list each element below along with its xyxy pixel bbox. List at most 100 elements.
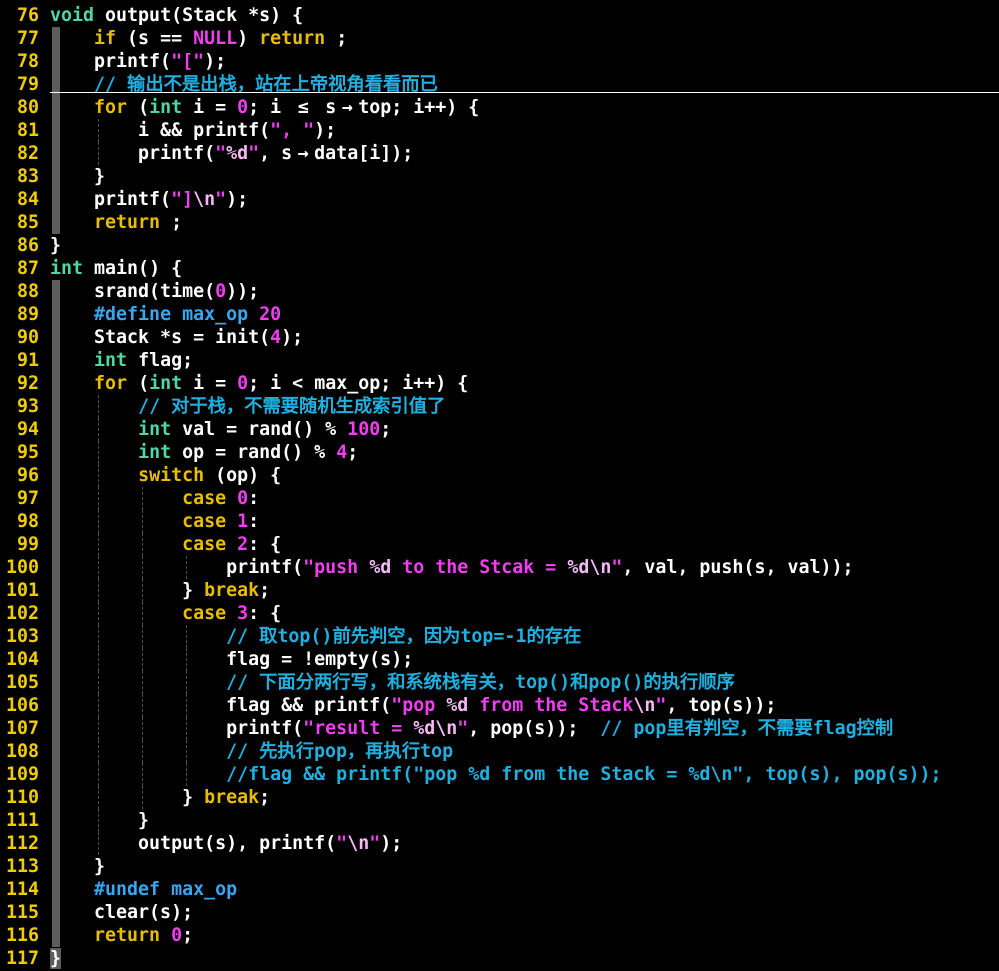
code-text-token: ; <box>160 212 183 233</box>
code-text: return 0; <box>50 924 193 947</box>
line-number: 111 <box>5 810 39 831</box>
code-text-token: } <box>50 787 205 808</box>
code-text-token: Stack *s = init( <box>50 327 271 348</box>
code-text-token: } <box>50 856 106 877</box>
code-line[interactable]: 81 i && printf(", "); <box>0 119 999 142</box>
code-line[interactable]: 76 void output(Stack *s) { <box>0 4 999 27</box>
code-text-token: output(Stack *s) { <box>94 5 304 26</box>
number-token: 4 <box>336 442 348 463</box>
string-token: ", " <box>270 120 315 141</box>
code-line[interactable]: 84 printf("]\n"); <box>0 188 999 211</box>
code-line[interactable]: 89 #define max_op 20 <box>0 303 999 326</box>
line-number: 89 <box>16 304 39 325</box>
keyword-token: break <box>204 580 260 601</box>
string-token: "[" <box>171 51 205 72</box>
escape-token: \n <box>193 189 216 210</box>
code-line[interactable]: 82 printf("%d", s → data[i]); <box>0 142 999 165</box>
code-text-token: } <box>50 810 150 831</box>
code-line[interactable]: 115 clear(s); <box>0 901 999 924</box>
code-line[interactable]: 103 // 取top()前先判空，因为top=-1的存在 <box>0 625 999 648</box>
code-line[interactable]: 77 if (s == NULL) return ; <box>0 27 999 50</box>
line-number: 107 <box>5 718 39 739</box>
string-token: to the Stcak = <box>391 557 568 578</box>
code-line[interactable]: 79 // 输出不是出栈，站在上帝视角看看而已 <box>0 73 999 96</box>
code-line[interactable]: 100 printf("push %d to the Stcak = %d\n"… <box>0 556 999 579</box>
code-text: //flag && printf("pop %d from the Stack … <box>50 763 941 786</box>
code-text-token: ; <box>380 419 392 440</box>
number-token: 0 <box>215 281 227 302</box>
comment-token: // 先执行pop，再执行top <box>226 741 454 762</box>
code-line[interactable]: 98 case 1: <box>0 510 999 533</box>
code-line[interactable]: 114 #undef max_op <box>0 878 999 901</box>
line-number: 85 <box>16 212 39 233</box>
code-line[interactable]: 86} <box>0 234 999 257</box>
code-text: // 对于栈，不需要随机生成索引值了 <box>50 395 445 418</box>
code-line[interactable]: 109 //flag && printf("pop %d from the St… <box>0 763 999 786</box>
code-line[interactable]: 88 srand(time(0)); <box>0 280 999 303</box>
code-text-token: (op) { <box>204 465 282 486</box>
code-line[interactable]: 94 int val = rand() % 100; <box>0 418 999 441</box>
code-text: } <box>50 234 61 257</box>
code-text: #define max_op 20 <box>50 303 281 326</box>
operator-token: ≤ <box>297 97 309 118</box>
line-number: 83 <box>16 166 39 187</box>
code-line[interactable]: 91 int flag; <box>0 349 999 372</box>
code-line[interactable]: 95 int op = rand() % 4; <box>0 441 999 464</box>
code-line[interactable]: 97 case 0: <box>0 487 999 510</box>
line-number: 97 <box>16 488 39 509</box>
code-line[interactable]: 96 switch (op) { <box>0 464 999 487</box>
code-text-token: : { <box>248 603 282 624</box>
string-token: " <box>457 718 469 739</box>
line-number: 113 <box>5 856 39 877</box>
code-line[interactable]: 101 } break; <box>0 579 999 602</box>
code-line[interactable]: 108 // 先执行pop，再执行top <box>0 740 999 763</box>
escape-token: %d\n <box>413 718 458 739</box>
code-line[interactable]: 85 return ; <box>0 211 999 234</box>
code-line[interactable]: 104 flag = !empty(s); <box>0 648 999 671</box>
line-number: 104 <box>5 649 39 670</box>
code-line[interactable]: 92 for (int i = 0; i < max_op; i++) { <box>0 372 999 395</box>
code-text-token: i && printf( <box>50 120 271 141</box>
code-text: switch (op) { <box>50 464 281 487</box>
code-line[interactable]: 110 } break; <box>0 786 999 809</box>
code-line[interactable]: 113 } <box>0 855 999 878</box>
code-line[interactable]: 112 output(s), printf("\n"); <box>0 832 999 855</box>
code-line[interactable]: 105 // 下面分两行写，和系统栈有关，top()和pop()的执行顺序 <box>0 671 999 694</box>
comment-token: // 取top()前先判空，因为top=-1的存在 <box>226 626 582 647</box>
line-number: 93 <box>16 396 39 417</box>
code-text-token: srand(time( <box>50 281 216 302</box>
line-number: 78 <box>16 51 39 72</box>
code-text: } <box>50 809 149 832</box>
type-token: int <box>50 258 84 279</box>
code-text-token: , s <box>259 143 293 164</box>
line-number: 98 <box>16 511 39 532</box>
code-line[interactable]: 87 int main() { <box>0 257 999 280</box>
code-line[interactable]: 78 printf("["); <box>0 50 999 73</box>
code-line[interactable]: 106 flag && printf("pop %d from the Stac… <box>0 694 999 717</box>
code-text-token: )); <box>226 281 260 302</box>
line-number: 102 <box>5 603 39 624</box>
number-token: 1 <box>237 511 249 532</box>
code-line[interactable]: 102 case 3: { <box>0 602 999 625</box>
code-line[interactable]: 99 case 2: { <box>0 533 999 556</box>
code-text-token: ; <box>347 442 359 463</box>
code-line[interactable]: 83 } <box>0 165 999 188</box>
code-line[interactable]: 90 Stack *s = init(4); <box>0 326 999 349</box>
type-token: int <box>94 350 128 371</box>
code-line[interactable]: 111 } <box>0 809 999 832</box>
code-line[interactable]: 80 for (int i = 0; i ≤ s → top; i++) { <box>0 96 999 119</box>
line-number: 84 <box>16 189 39 210</box>
code-line[interactable]: 93 // 对于栈，不需要随机生成索引值了 <box>0 395 999 418</box>
type-token: int <box>138 419 172 440</box>
code-line[interactable]: 117} <box>0 947 999 970</box>
code-line[interactable]: 116 return 0; <box>0 924 999 947</box>
cursor-line-underline <box>50 92 999 93</box>
string-token: " <box>336 833 348 854</box>
code-text: } break; <box>50 786 270 809</box>
keyword-token: for <box>94 373 128 394</box>
code-editor[interactable]: 76 void output(Stack *s) {77 if (s == NUL… <box>0 0 999 971</box>
code-line[interactable]: 107 printf("result = %d\n", pop(s)); // … <box>0 717 999 740</box>
